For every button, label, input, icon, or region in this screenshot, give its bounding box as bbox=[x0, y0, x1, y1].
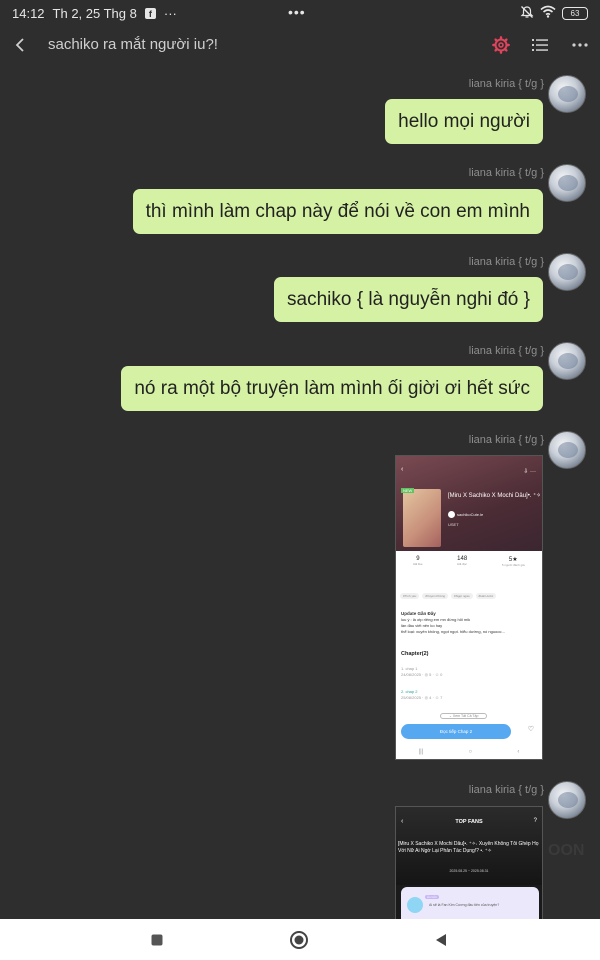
tag: #Hài Hước bbox=[475, 593, 497, 599]
chat-bubble: sachiko { là nguyễn nghi đó } bbox=[274, 277, 543, 322]
chapter-item: 1. chap 1 24/08/2025 · ◎ 5 · ☺ 0 bbox=[401, 666, 443, 677]
settings-button[interactable] bbox=[488, 32, 514, 58]
message-author: liana kiria { t/g } bbox=[468, 434, 544, 446]
top-fans-title: TOP FANS bbox=[455, 819, 483, 825]
tag: #Ngọt ngào bbox=[451, 593, 473, 599]
back-icon: ‹ bbox=[401, 466, 404, 473]
chapter-header: sachiko ra mắt người iu?! bbox=[0, 26, 600, 64]
more-icon bbox=[572, 43, 588, 47]
avatar[interactable] bbox=[548, 342, 586, 380]
stat-rating: 5★ 5 người đánh giá bbox=[501, 557, 525, 567]
see-all-chapters: ⌄ Xem Tất Cả Tập bbox=[440, 713, 488, 719]
story-author: sachikoCute.le bbox=[448, 511, 483, 518]
author-avatar-icon bbox=[448, 511, 455, 518]
update-line: lần đầu viết nên ko hay bbox=[401, 623, 443, 628]
stat-reads: 148 Đã đọc bbox=[457, 556, 468, 566]
tag: #Xuyên Không bbox=[422, 593, 449, 599]
chat-bubble: hello mọi người bbox=[385, 99, 543, 144]
chapter-list-button[interactable] bbox=[527, 32, 553, 58]
recents-button[interactable] bbox=[146, 929, 168, 951]
story-tags: #Tình yêu #Xuyên Không #Ngọt ngào #Hài H… bbox=[400, 593, 497, 599]
date-range: 2025.08.25 ~ 2025.08.31 bbox=[449, 869, 489, 873]
avatar[interactable] bbox=[548, 781, 586, 819]
status-bar: 14:12 Th 2, 25 Thg 8 f ··· ••• 63 bbox=[0, 0, 600, 26]
back-icon bbox=[15, 38, 24, 52]
chapter-header: Chapter(2) bbox=[401, 651, 429, 657]
message-author: liana kiria { t/g } bbox=[468, 78, 544, 90]
card-tag: Ấu Gửi bbox=[425, 895, 439, 899]
update-line: luu ý : là otp riêng em mn đừng hỏi mik bbox=[401, 617, 471, 622]
battery-icon: 63 bbox=[562, 6, 588, 20]
top-fans-screenshot[interactable]: ‹ TOP FANS ? [Miru X Sachiko X Mochi Dâu… bbox=[395, 806, 543, 920]
avatar[interactable] bbox=[548, 431, 586, 469]
continue-reading-button: Đọc tiếp Chap 2 bbox=[401, 724, 511, 739]
watermark: OON bbox=[548, 842, 585, 859]
chat-bubble: thì mình làm chap này để nói về con em m… bbox=[132, 189, 543, 234]
facebook-icon: f bbox=[144, 7, 156, 19]
status-date: Th 2, 25 Thg 8 bbox=[52, 5, 137, 21]
recents-square-icon bbox=[151, 934, 163, 946]
home-circle-icon bbox=[290, 931, 308, 949]
message-author: liana kiria { t/g } bbox=[468, 256, 544, 268]
avatar[interactable] bbox=[548, 164, 586, 202]
share-more-icon: ⇩ ··· bbox=[523, 469, 536, 475]
update-title: Update Gần Đây bbox=[401, 611, 436, 616]
more-options-button[interactable] bbox=[567, 32, 593, 58]
card-question: Ai sẽ là Fan Kim Cương đầu tiên của truy… bbox=[429, 903, 500, 907]
avatar[interactable] bbox=[548, 75, 586, 113]
message-author: liana kiria { t/g } bbox=[468, 784, 544, 796]
phone-nav-bar: ||| ○ ‹ bbox=[418, 749, 520, 755]
mute-icon bbox=[520, 5, 534, 22]
stat-likes: 9 Đã like bbox=[413, 556, 423, 566]
page-title: sachiko ra mắt người iu?! bbox=[48, 36, 218, 53]
tag: #Tình yêu bbox=[400, 593, 420, 599]
message-author: liana kiria { t/g } bbox=[468, 345, 544, 357]
center-dots: ••• bbox=[288, 4, 306, 20]
nav-back-button[interactable] bbox=[430, 929, 452, 951]
chat-bubble: nó ra một bộ truyện làm mình ối giời ơi … bbox=[121, 366, 543, 411]
back-triangle-icon bbox=[436, 934, 446, 946]
message-author: liana kiria { t/g } bbox=[468, 167, 544, 179]
avatar[interactable] bbox=[548, 253, 586, 291]
gear-icon bbox=[492, 36, 510, 54]
list-icon bbox=[532, 39, 548, 51]
new-badge: NEW bbox=[401, 488, 415, 493]
story-status: USET bbox=[448, 522, 459, 527]
update-line: thể loại: xuyên không, ngọt ngọt. hiểu d… bbox=[401, 629, 505, 634]
author-name: sachikoCute.le bbox=[457, 512, 484, 517]
story-cover-image bbox=[403, 489, 441, 547]
fan-card: Ấu Gửi Ai sẽ là Fan Kim Cương đầu tiên c… bbox=[401, 887, 539, 919]
story-title: [Miru X Sachiko X Mochi Dâu]•. ⁺✧˖ Xuyên… bbox=[448, 493, 540, 499]
home-button[interactable] bbox=[288, 929, 310, 951]
heart-icon: ♡ bbox=[527, 726, 534, 733]
wifi-icon bbox=[540, 5, 556, 21]
system-nav-bar bbox=[0, 919, 600, 960]
chapter-item: 2. chap 2 25/08/2025 · ◎ 4 · ☺ 7 bbox=[401, 689, 443, 700]
back-button[interactable] bbox=[6, 30, 34, 60]
story-detail-screenshot[interactable]: ‹ ⇩ ··· NEW [Miru X Sachiko X Mochi Dâu]… bbox=[395, 455, 543, 760]
status-more-dots: ··· bbox=[163, 5, 177, 21]
recent-update: Update Gần Đây luu ý : là otp riêng em m… bbox=[401, 611, 505, 635]
status-time: 14:12 bbox=[12, 5, 45, 21]
story-name: [Miru X Sachiko X Mochi Dâu]•. ⁺✧˖ Xuyên… bbox=[398, 841, 539, 854]
mascot-icon bbox=[407, 897, 423, 913]
help-icon: ? bbox=[533, 818, 537, 824]
story-stats: 9 Đã like 148 Đã đọc 5★ 5 người đánh giá bbox=[396, 556, 542, 586]
